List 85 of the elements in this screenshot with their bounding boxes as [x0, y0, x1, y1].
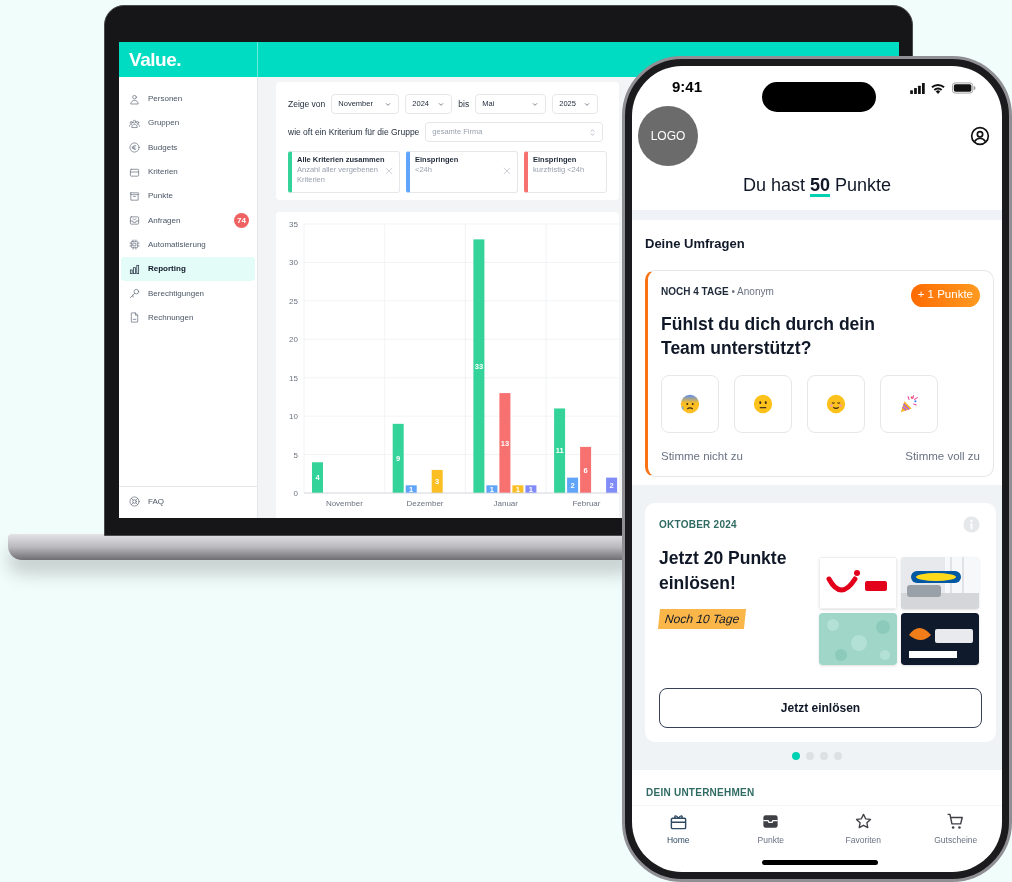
chevron-down-icon	[583, 100, 592, 108]
battery-icon	[952, 82, 976, 94]
deadline-tag: Noch 10 Tage	[657, 609, 747, 629]
axis-label: 5	[293, 450, 298, 460]
scale-label: Stimme voll zu	[905, 449, 980, 464]
wallet-icon	[761, 812, 781, 831]
inbox-icon	[129, 215, 140, 227]
bar	[606, 477, 618, 493]
app-logo: Value.	[129, 50, 182, 69]
gift-icon	[668, 812, 688, 831]
sidebar-item[interactable]: Kriterien	[121, 159, 255, 185]
star-icon	[853, 812, 873, 831]
chevron-down-icon	[384, 100, 393, 108]
redeem-button[interactable]: Jetzt einlösen	[659, 688, 982, 728]
sidebar-item[interactable]: Budgets	[121, 135, 255, 160]
sidebar-item[interactable]: Punkte	[121, 184, 255, 209]
filter-label: bis	[458, 97, 470, 111]
axis-label: November	[325, 499, 363, 508]
up-down-icon	[589, 127, 597, 137]
bar	[431, 469, 443, 493]
axis-label: 30	[289, 258, 298, 268]
count-badge: 74	[234, 213, 249, 229]
axis-label: 0	[293, 489, 298, 498]
points-heading: Du hast 50 Punkte	[741, 174, 893, 199]
sidebar-item[interactable]: Automatisierung	[121, 232, 255, 258]
sidebar-item[interactable]: Personen	[121, 87, 255, 112]
reward-badge: + 1 Punkte	[910, 283, 980, 307]
promo-label: OKTOBER 2024	[659, 517, 737, 532]
answer-option[interactable]	[734, 375, 792, 433]
answer-option[interactable]	[880, 375, 938, 433]
tab-item[interactable]: Favoriten	[817, 812, 910, 860]
tab-item[interactable]: Home	[632, 812, 725, 860]
tab-item[interactable]: Gutscheine	[909, 812, 1002, 860]
answer-option[interactable]	[807, 375, 865, 433]
section-title: Deine Umfragen	[645, 236, 746, 252]
sidebar-item[interactable]: Rechnungen	[121, 305, 255, 330]
axis-label: Januar	[493, 499, 518, 508]
chevron-down-icon	[437, 100, 446, 108]
party-popper-icon	[898, 393, 920, 415]
section-title: DEIN UNTERNEHMEN	[646, 787, 755, 798]
anxious-face-icon	[679, 393, 701, 415]
axis-label: 35	[289, 220, 298, 229]
lifebuoy-icon	[129, 496, 140, 507]
key-icon	[129, 288, 140, 299]
bar	[312, 462, 323, 493]
chip-icon	[129, 239, 140, 251]
axis-label: 25	[289, 296, 298, 306]
sidebar-item[interactable]: Anfragen 74	[121, 208, 255, 233]
axis-label: 15	[289, 373, 298, 383]
signal-icon	[910, 83, 925, 94]
scale-label: Stimme nicht zu	[661, 449, 743, 464]
company-logo: LOGO	[638, 106, 698, 166]
status-time: 9:41	[672, 76, 703, 97]
tab-item[interactable]: Punkte	[724, 812, 817, 860]
sidebar-item[interactable]: Gruppen	[121, 111, 255, 136]
person-icon	[129, 93, 140, 105]
chevron-down-icon	[531, 100, 540, 108]
tray-icon	[129, 166, 140, 178]
document-icon	[129, 312, 140, 324]
promo-title: Jetzt 20 Punkte einlösen!	[659, 547, 788, 595]
neutral-face-icon	[752, 393, 774, 415]
survey-meta: NOCH 4 TAGE • Anonym	[661, 284, 774, 299]
axis-label: 20	[289, 335, 298, 345]
cart-icon	[946, 812, 966, 831]
profile-icon[interactable]	[970, 126, 990, 146]
axis-label: 10	[289, 412, 298, 422]
info-icon[interactable]	[963, 515, 980, 533]
answer-option[interactable]	[661, 375, 719, 433]
wifi-icon	[930, 82, 946, 94]
filter-label: wie oft ein Kriterium für die Gruppe	[288, 125, 420, 139]
close-icon[interactable]	[503, 167, 511, 175]
group-icon	[129, 117, 140, 129]
survey-card[interactable]: NOCH 4 TAGE • Anonym + 1 Punkte Fühlst du dich durch dein Team unterstützt? Stimme nicht zu Stimme voll zu	[645, 270, 994, 477]
sidebar-item[interactable]: FAQ	[119, 486, 257, 516]
smiling-face-icon	[825, 393, 847, 415]
euro-icon	[129, 142, 140, 154]
close-icon[interactable]	[385, 167, 393, 175]
archive-icon	[129, 190, 140, 202]
sidebar-item[interactable]: Reporting	[121, 257, 255, 282]
filter-label: Zeige von	[288, 97, 326, 111]
survey-question: Fühlst du dich durch dein Team unterstützt?	[661, 313, 876, 360]
axis-label: Februar	[572, 499, 601, 508]
bar-chart-icon	[129, 263, 140, 275]
axis-label: Dezember	[406, 499, 444, 508]
sidebar-item[interactable]: Berechtigungen	[121, 281, 255, 306]
